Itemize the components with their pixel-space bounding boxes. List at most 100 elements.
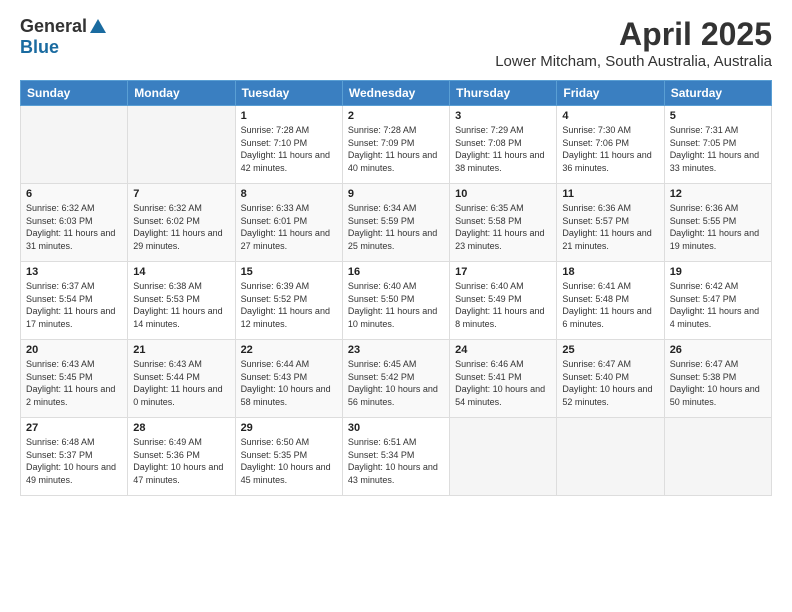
day-info: Sunrise: 6:49 AM Sunset: 5:36 PM Dayligh… bbox=[133, 436, 229, 486]
day-info: Sunrise: 6:43 AM Sunset: 5:44 PM Dayligh… bbox=[133, 358, 229, 408]
day-info: Sunrise: 6:48 AM Sunset: 5:37 PM Dayligh… bbox=[26, 436, 122, 486]
day-number: 10 bbox=[455, 188, 551, 200]
calendar-week-row: 20 Sunrise: 6:43 AM Sunset: 5:45 PM Dayli… bbox=[21, 340, 772, 418]
weekday-header: Monday bbox=[128, 81, 235, 106]
calendar-cell: 4 Sunrise: 7:30 AM Sunset: 7:06 PM Daylig… bbox=[557, 106, 664, 184]
day-number: 3 bbox=[455, 110, 551, 122]
calendar-cell: 22 Sunrise: 6:44 AM Sunset: 5:43 PM Dayli… bbox=[235, 340, 342, 418]
day-number: 27 bbox=[26, 422, 122, 434]
day-info: Sunrise: 6:32 AM Sunset: 6:02 PM Dayligh… bbox=[133, 202, 229, 252]
calendar-cell: 7 Sunrise: 6:32 AM Sunset: 6:02 PM Daylig… bbox=[128, 184, 235, 262]
day-info: Sunrise: 6:37 AM Sunset: 5:54 PM Dayligh… bbox=[26, 280, 122, 330]
weekday-header: Thursday bbox=[450, 81, 557, 106]
calendar-cell: 8 Sunrise: 6:33 AM Sunset: 6:01 PM Daylig… bbox=[235, 184, 342, 262]
calendar-cell: 2 Sunrise: 7:28 AM Sunset: 7:09 PM Daylig… bbox=[342, 106, 449, 184]
day-info: Sunrise: 6:41 AM Sunset: 5:48 PM Dayligh… bbox=[562, 280, 658, 330]
day-number: 26 bbox=[670, 344, 766, 356]
day-number: 21 bbox=[133, 344, 229, 356]
calendar-cell: 17Sunrise: 6:40 AM Sunset: 5:49 PM Dayli… bbox=[450, 262, 557, 340]
day-info: Sunrise: 6:47 AM Sunset: 5:40 PM Dayligh… bbox=[562, 358, 658, 408]
day-info: Sunrise: 7:28 AM Sunset: 7:09 PM Dayligh… bbox=[348, 124, 444, 174]
calendar-cell: 13 Sunrise: 6:37 AM Sunset: 5:54 PM Dayli… bbox=[21, 262, 128, 340]
calendar-cell: 3 Sunrise: 7:29 AM Sunset: 7:08 PM Daylig… bbox=[450, 106, 557, 184]
day-info: Sunrise: 6:51 AM Sunset: 5:34 PM Dayligh… bbox=[348, 436, 444, 486]
day-number: 22 bbox=[241, 344, 337, 356]
day-info: Sunrise: 6:35 AM Sunset: 5:58 PM Dayligh… bbox=[455, 202, 551, 252]
calendar-cell: 23Sunrise: 6:45 AM Sunset: 5:42 PM Dayli… bbox=[342, 340, 449, 418]
calendar-cell: 1 Sunrise: 7:28 AM Sunset: 7:10 PM Daylig… bbox=[235, 106, 342, 184]
calendar-cell: 9Sunrise: 6:34 AM Sunset: 5:59 PM Daylig… bbox=[342, 184, 449, 262]
day-number: 29 bbox=[241, 422, 337, 434]
calendar-week-row: 27 Sunrise: 6:48 AM Sunset: 5:37 PM Dayli… bbox=[21, 418, 772, 496]
calendar-cell bbox=[128, 106, 235, 184]
weekday-header: Wednesday bbox=[342, 81, 449, 106]
day-number: 1 bbox=[241, 110, 337, 122]
day-info: Sunrise: 6:47 AM Sunset: 5:38 PM Dayligh… bbox=[670, 358, 766, 408]
logo-triangle-icon bbox=[90, 19, 106, 33]
calendar-cell bbox=[21, 106, 128, 184]
weekday-header: Tuesday bbox=[235, 81, 342, 106]
day-info: Sunrise: 7:29 AM Sunset: 7:08 PM Dayligh… bbox=[455, 124, 551, 174]
day-info: Sunrise: 6:50 AM Sunset: 5:35 PM Dayligh… bbox=[241, 436, 337, 486]
day-number: 28 bbox=[133, 422, 229, 434]
day-number: 2 bbox=[348, 110, 444, 122]
day-number: 24 bbox=[455, 344, 551, 356]
day-info: Sunrise: 6:39 AM Sunset: 5:52 PM Dayligh… bbox=[241, 280, 337, 330]
day-number: 19 bbox=[670, 266, 766, 278]
calendar-cell: 12 Sunrise: 6:36 AM Sunset: 5:55 PM Dayli… bbox=[664, 184, 771, 262]
day-number: 7 bbox=[133, 188, 229, 200]
day-number: 4 bbox=[562, 110, 658, 122]
calendar-cell: 27 Sunrise: 6:48 AM Sunset: 5:37 PM Dayli… bbox=[21, 418, 128, 496]
calendar-cell bbox=[664, 418, 771, 496]
day-number: 9 bbox=[348, 188, 444, 200]
day-info: Sunrise: 6:32 AM Sunset: 6:03 PM Dayligh… bbox=[26, 202, 122, 252]
calendar-week-row: 13 Sunrise: 6:37 AM Sunset: 5:54 PM Dayli… bbox=[21, 262, 772, 340]
logo: General Blue bbox=[20, 16, 106, 58]
calendar-cell bbox=[450, 418, 557, 496]
day-info: Sunrise: 7:30 AM Sunset: 7:06 PM Dayligh… bbox=[562, 124, 658, 174]
day-info: Sunrise: 6:36 AM Sunset: 5:55 PM Dayligh… bbox=[670, 202, 766, 252]
day-number: 12 bbox=[670, 188, 766, 200]
calendar-cell bbox=[557, 418, 664, 496]
day-number: 8 bbox=[241, 188, 337, 200]
calendar-cell: 30 Sunrise: 6:51 AM Sunset: 5:34 PM Dayli… bbox=[342, 418, 449, 496]
day-info: Sunrise: 6:40 AM Sunset: 5:50 PM Dayligh… bbox=[348, 280, 444, 330]
day-number: 30 bbox=[348, 422, 444, 434]
calendar-cell: 18 Sunrise: 6:41 AM Sunset: 5:48 PM Dayli… bbox=[557, 262, 664, 340]
title-block: April 2025 Lower Mitcham, South Australi… bbox=[495, 16, 772, 70]
calendar-cell: 6Sunrise: 6:32 AM Sunset: 6:03 PM Daylig… bbox=[21, 184, 128, 262]
day-info: Sunrise: 7:28 AM Sunset: 7:10 PM Dayligh… bbox=[241, 124, 337, 174]
day-info: Sunrise: 6:43 AM Sunset: 5:45 PM Dayligh… bbox=[26, 358, 122, 408]
weekday-header: Saturday bbox=[664, 81, 771, 106]
day-number: 18 bbox=[562, 266, 658, 278]
calendar-cell: 20 Sunrise: 6:43 AM Sunset: 5:45 PM Dayli… bbox=[21, 340, 128, 418]
day-number: 13 bbox=[26, 266, 122, 278]
calendar-cell: 10 Sunrise: 6:35 AM Sunset: 5:58 PM Dayli… bbox=[450, 184, 557, 262]
calendar-cell: 19 Sunrise: 6:42 AM Sunset: 5:47 PM Dayli… bbox=[664, 262, 771, 340]
calendar-table: SundayMondayTuesdayWednesdayThursdayFrid… bbox=[20, 80, 772, 496]
calendar-week-row: 1 Sunrise: 7:28 AM Sunset: 7:10 PM Daylig… bbox=[21, 106, 772, 184]
calendar-cell: 24Sunrise: 6:46 AM Sunset: 5:41 PM Dayli… bbox=[450, 340, 557, 418]
calendar-cell: 25Sunrise: 6:47 AM Sunset: 5:40 PM Dayli… bbox=[557, 340, 664, 418]
calendar-header-row: SundayMondayTuesdayWednesdayThursdayFrid… bbox=[21, 81, 772, 106]
calendar-cell: 29 Sunrise: 6:50 AM Sunset: 5:35 PM Dayli… bbox=[235, 418, 342, 496]
day-info: Sunrise: 6:42 AM Sunset: 5:47 PM Dayligh… bbox=[670, 280, 766, 330]
day-number: 11 bbox=[562, 188, 658, 200]
calendar-cell: 16Sunrise: 6:40 AM Sunset: 5:50 PM Dayli… bbox=[342, 262, 449, 340]
day-info: Sunrise: 6:44 AM Sunset: 5:43 PM Dayligh… bbox=[241, 358, 337, 408]
day-number: 20 bbox=[26, 344, 122, 356]
day-number: 14 bbox=[133, 266, 229, 278]
day-info: Sunrise: 6:33 AM Sunset: 6:01 PM Dayligh… bbox=[241, 202, 337, 252]
day-number: 15 bbox=[241, 266, 337, 278]
calendar-cell: 14Sunrise: 6:38 AM Sunset: 5:53 PM Dayli… bbox=[128, 262, 235, 340]
calendar-cell: 5Sunrise: 7:31 AM Sunset: 7:05 PM Daylig… bbox=[664, 106, 771, 184]
day-info: Sunrise: 6:36 AM Sunset: 5:57 PM Dayligh… bbox=[562, 202, 658, 252]
day-info: Sunrise: 7:31 AM Sunset: 7:05 PM Dayligh… bbox=[670, 124, 766, 174]
page: General Blue April 2025 Lower Mitcham, S… bbox=[0, 0, 792, 612]
weekday-header: Friday bbox=[557, 81, 664, 106]
day-info: Sunrise: 6:40 AM Sunset: 5:49 PM Dayligh… bbox=[455, 280, 551, 330]
calendar-cell: 28 Sunrise: 6:49 AM Sunset: 5:36 PM Dayli… bbox=[128, 418, 235, 496]
calendar-week-row: 6Sunrise: 6:32 AM Sunset: 6:03 PM Daylig… bbox=[21, 184, 772, 262]
logo-blue-text: Blue bbox=[20, 37, 59, 58]
day-number: 23 bbox=[348, 344, 444, 356]
